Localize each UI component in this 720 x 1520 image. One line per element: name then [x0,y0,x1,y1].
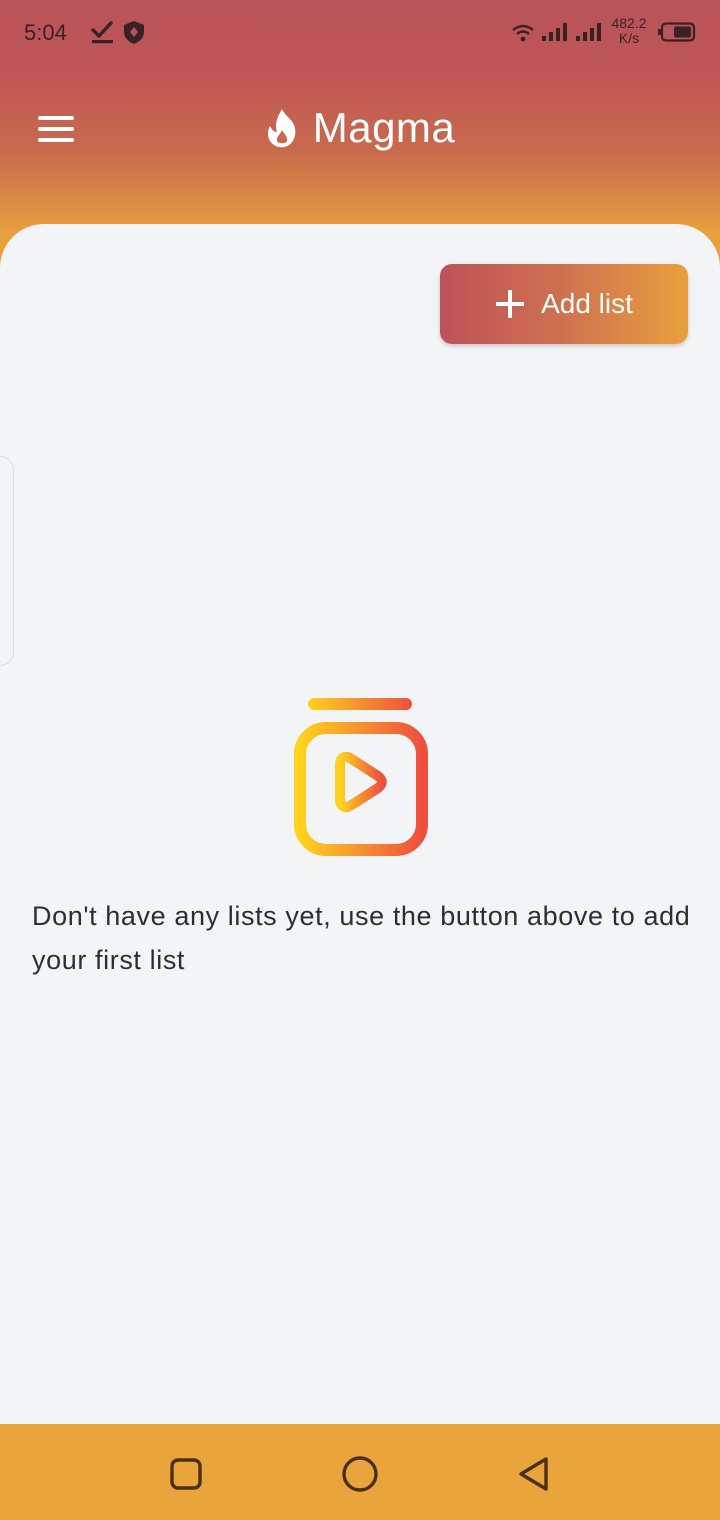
app-title: Magma [312,104,456,151]
network-speed: 482.2 K/s [606,16,652,46]
hamburger-menu-icon [38,116,74,120]
plus-icon [496,290,525,318]
network-speed-unit: K/s [618,30,640,46]
menu-button[interactable] [26,104,86,154]
hamburger-menu-icon [38,138,74,142]
wifi-icon [512,24,534,42]
drawer-edge-handle[interactable] [0,456,14,666]
cell-signal-icon [576,23,601,41]
status-bar: 5:04 482.2 K/s [0,0,720,66]
square-icon[interactable] [164,1452,208,1496]
add-list-button[interactable]: Add list [440,264,688,344]
circle-icon[interactable] [338,1452,382,1496]
network-speed-value: 482.2 [611,15,647,31]
add-list-label: Add list [541,288,633,319]
hamburger-menu-icon [38,127,74,131]
video-playlist-icon [294,698,428,856]
empty-state-message: Don't have any lists yet, use the button… [32,901,691,975]
cell-signal-icon [542,23,567,41]
content-card: Add list Don't have any lists yet, use t… [0,224,720,1424]
flame-icon [267,109,296,148]
download-done-icon [91,21,113,44]
system-nav-bar [0,1424,720,1520]
status-time: 5:04 [24,20,67,45]
app-title-group: Magma [0,80,720,176]
battery-icon [658,22,696,42]
triangle-back-icon[interactable] [512,1452,556,1496]
shield-icon [124,21,144,44]
app-bar: Magma [0,80,720,176]
